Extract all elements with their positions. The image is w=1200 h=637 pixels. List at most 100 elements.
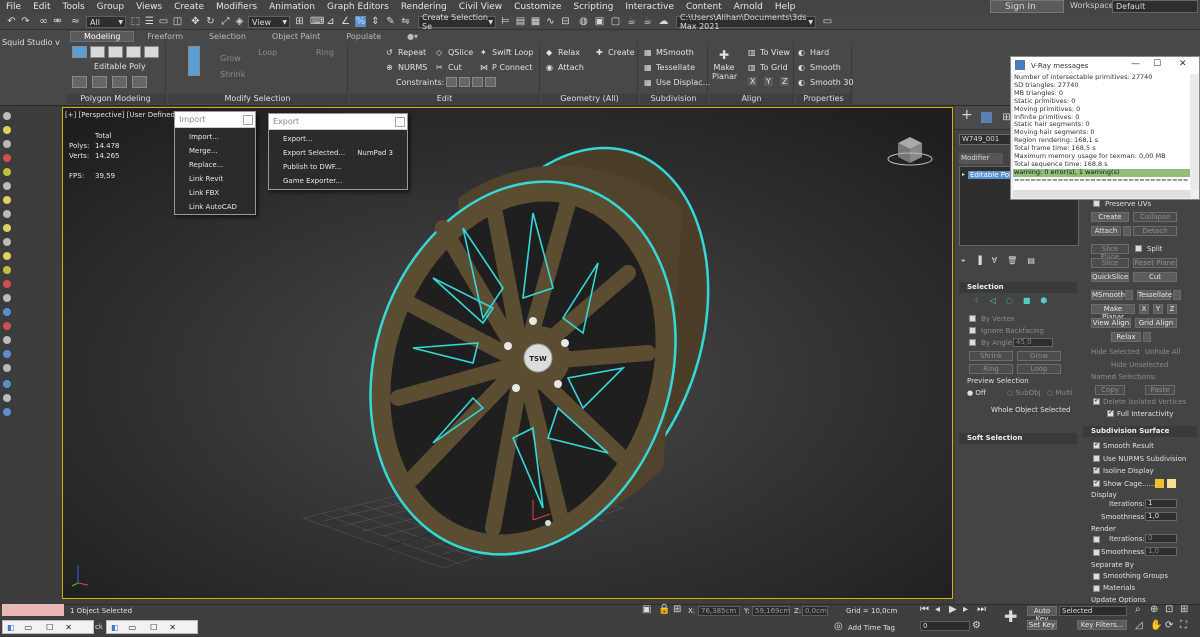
menu-edit[interactable]: Edit [27,2,56,12]
angle-snap-icon[interactable]: ∠ [340,16,351,27]
percent-snap-icon[interactable]: % [355,16,366,27]
close-icon[interactable] [243,114,253,125]
align-z-button[interactable]: Z [780,77,790,86]
p-connect-button[interactable]: ⋈ P Connect [480,63,532,72]
preview-subobj-radio[interactable]: ○ SubObj [1007,389,1041,397]
collapse-stack-icon[interactable] [132,76,147,88]
skylight-icon[interactable] [3,266,11,274]
paste-button[interactable]: Paste [1145,385,1175,395]
field-of-view-icon[interactable]: ◿ [1135,620,1143,631]
show-end-result-icon[interactable]: ▐ [976,256,982,266]
nurms-button[interactable]: ⊕ NURMS [386,63,427,72]
modify-panel-icon[interactable] [981,112,992,123]
go-to-start-icon[interactable]: ⏮ [920,604,929,615]
time-tag-icon[interactable]: ◎ [834,621,843,632]
expand-arrow-icon[interactable]: ▸ [962,171,965,178]
menu-content[interactable]: Content [680,2,728,12]
smoothing-groups-checkbox[interactable] [1093,573,1100,580]
menu-scripting[interactable]: Scripting [567,2,619,12]
rendered-frame-icon[interactable]: ▢ [610,16,621,27]
edit-named-sets-icon[interactable]: ✎ [385,16,396,27]
vray-log[interactable]: Number of intersectable primitives: 2774… [1013,74,1191,190]
shrink-button[interactable]: Shrink [208,70,245,79]
publish-dwf-item[interactable]: Publish to DWF... [269,160,407,174]
relax-geom-button[interactable]: Relax [1111,332,1141,342]
tab-populate[interactable]: Populate [333,31,394,42]
rotate-icon[interactable]: ↻ [205,16,216,27]
configure-sets-icon[interactable]: ▤ [1027,256,1035,266]
make-unique-icon[interactable]: ∀ [992,256,997,266]
unhide-all-button[interactable]: Unhide All [1145,348,1181,356]
unlink-icon[interactable]: ⚮ [52,16,63,27]
merge-item[interactable]: Merge... [175,144,255,158]
absolute-mode-icon[interactable]: ⊞ [673,604,681,615]
constraint-edge-icon[interactable] [459,77,470,87]
render-setup-icon[interactable]: ▣ [594,16,605,27]
slice-button[interactable]: Slice [1091,258,1129,268]
modifier-list-dropdown[interactable]: Modifier List [959,153,1003,173]
next-modifier-icon[interactable] [112,76,127,88]
menu-civil-view[interactable]: Civil View [453,2,508,12]
enmesh-icon[interactable] [3,408,11,416]
subdivision-surface-header[interactable]: Subdivision Surface [1083,426,1197,437]
ribbon-options-icon[interactable]: ●▾ [394,31,431,42]
taskbar-app-2[interactable]: ◧ ▭ ☐ ✕ [106,620,198,634]
attach-geom-button[interactable]: Attach [1091,226,1121,236]
render-smoothness-checkbox[interactable] [1093,549,1100,556]
planar-z-button[interactable]: Z [1167,304,1177,314]
cut-button[interactable]: ✂ Cut [436,63,462,72]
z-coord-field[interactable]: 0,0cm [802,606,828,616]
smooth30-button[interactable]: ◐ Smooth 30 [798,78,854,87]
volume-icon[interactable] [3,394,11,402]
relax-settings-button[interactable] [1143,332,1151,342]
constraint-none-icon[interactable] [446,77,457,87]
vray-horizontal-scrollbar[interactable] [1013,190,1191,198]
render-production-icon[interactable]: ☕ [626,16,637,27]
material-editor-icon[interactable]: ◍ [578,16,589,27]
render-smoothness-input[interactable]: 1,0 [1145,547,1177,556]
cage-selection-color-swatch[interactable] [1167,479,1176,488]
x-coord-field[interactable]: 76,385cm [698,606,740,616]
render-iterations-checkbox[interactable] [1093,536,1100,543]
maxscript-listener[interactable] [2,604,64,616]
select-object-icon[interactable]: ⬚ [130,16,141,27]
border-level-icon[interactable]: ◌ [1006,296,1013,305]
by-angle-checkbox[interactable] [969,339,976,346]
isolate-icon[interactable]: ▣ [642,604,651,615]
display-iterations-input[interactable]: 1 [1145,499,1177,508]
window-crossing-icon[interactable]: ◫ [172,16,183,27]
folder-icon[interactable]: ▭ [822,16,833,27]
polygon-level-icon[interactable]: ■ [1023,296,1031,305]
move-icon[interactable]: ✥ [190,16,201,27]
step-mode-icon[interactable] [188,46,200,76]
create-panel-icon[interactable]: + [961,108,973,122]
y-coord-field[interactable]: 59,169cm [752,606,790,616]
selection-filter-dropdown[interactable]: All ▼ [86,16,126,28]
make-planar-geom-button[interactable]: Make Planar [1091,304,1135,321]
preview-multi-radio[interactable]: ○ Multi [1047,389,1072,397]
keyboard-shortcut-icon[interactable]: ⌨ [310,16,324,27]
qslice-button[interactable]: ◇ QSlice [436,48,473,57]
next-frame-icon[interactable]: ▸ [963,604,968,615]
by-angle-value[interactable]: 45,0 [1013,338,1053,347]
cage-color-swatch[interactable] [1155,479,1164,488]
bind-spacewarp-icon[interactable]: ≈ [70,16,81,27]
import-item[interactable]: Import... [175,130,255,144]
menu-arnold[interactable]: Arnold [728,2,769,12]
vray-vertical-scrollbar[interactable] [1190,74,1198,190]
repeat-button[interactable]: ↺ Repeat [386,48,426,57]
ignore-backfacing-checkbox[interactable] [969,327,976,334]
menu-tools[interactable]: Tools [57,2,91,12]
orbit-icon[interactable]: ⟳ [1165,620,1173,631]
scale-icon[interactable]: ⤢ [220,16,231,27]
rectangular-selection-icon[interactable]: ▭ [158,16,169,27]
viewport-label[interactable]: [+] [Perspective] [User Defined] [D [65,111,188,119]
polygon-modeling-title[interactable]: Polygon Modeling [66,94,165,104]
time-config-icon[interactable]: ⚙ [972,620,981,631]
project-folder-dropdown[interactable]: C:\Users\Alihan\Documents\3ds Max 2021 ▼ [676,13,816,31]
show-cage-checkbox[interactable] [1093,478,1100,487]
curve-editor-icon[interactable]: ∿ [545,16,556,27]
zoom-extents-icon[interactable]: ⊡ [1165,604,1173,615]
export-selected-item[interactable]: Export Selected... NumPad 3 [269,146,407,160]
element-level-icon[interactable]: ⬢ [1040,296,1047,305]
